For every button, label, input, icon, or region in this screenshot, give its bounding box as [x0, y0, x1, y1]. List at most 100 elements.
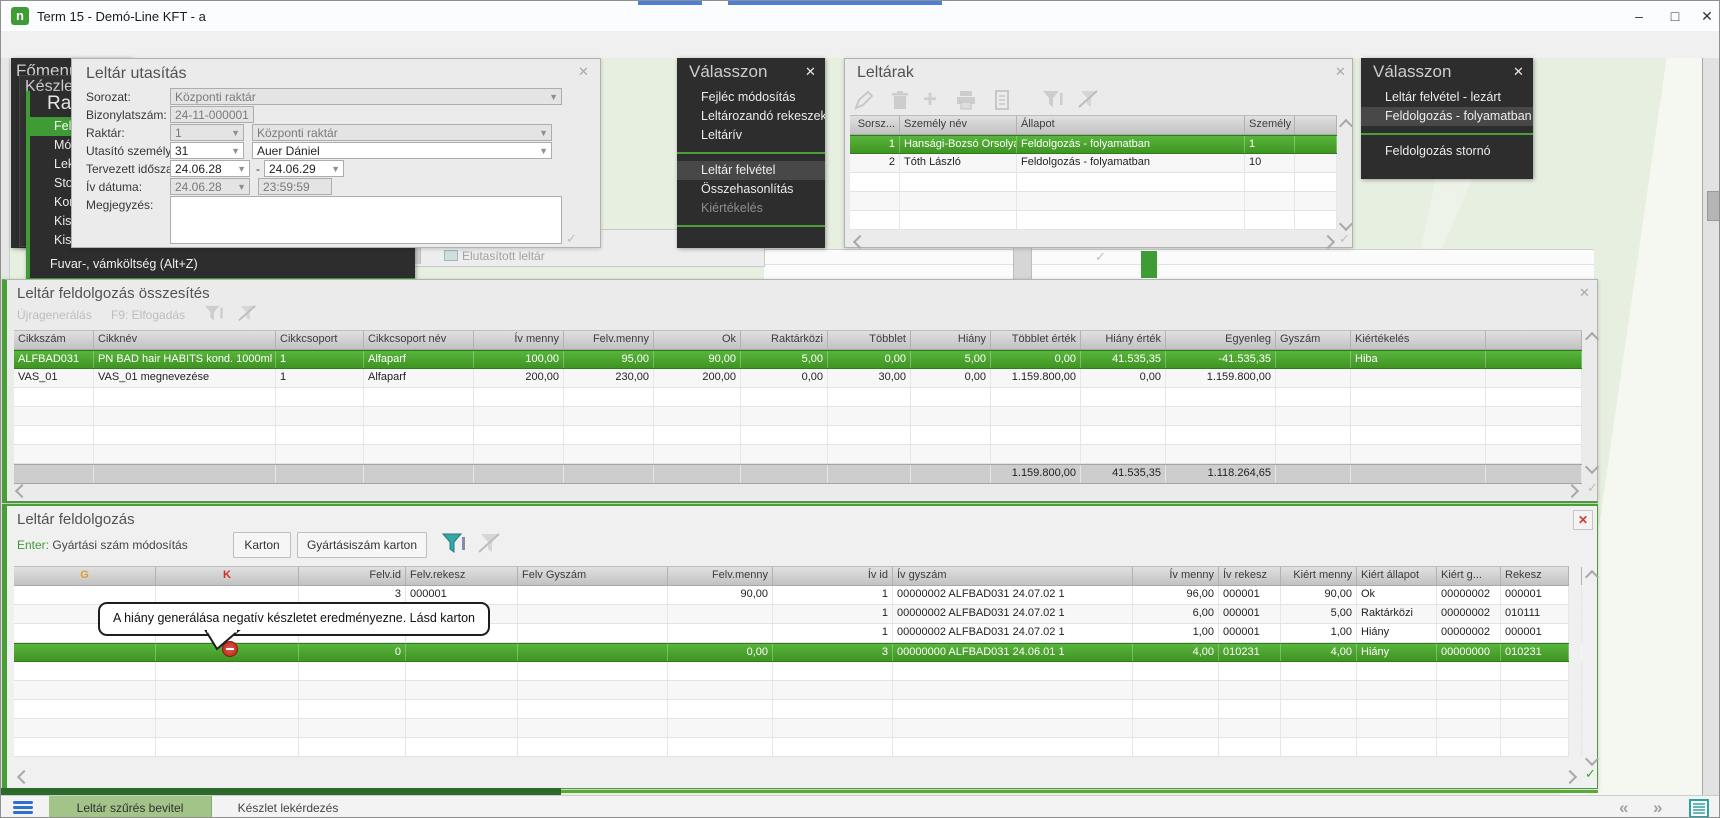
column-header[interactable]: Ív id [773, 567, 893, 585]
table-row[interactable]: 2Tóth LászlóFeldolgozás - folyamatban10 [850, 154, 1337, 173]
column-header[interactable]: Egyenleg [1166, 331, 1276, 349]
accept-button-disabled[interactable]: F9: Elfogadás [111, 308, 185, 322]
list-view-icon[interactable] [1689, 799, 1709, 818]
close-icon[interactable]: ✕ [1579, 285, 1590, 301]
table-row-empty[interactable] [14, 662, 1569, 681]
idoszak-from-picker[interactable]: 24.06.28▼ [170, 160, 250, 177]
scroll-down-icon[interactable] [1585, 752, 1599, 766]
table-row[interactable]: VAS_01VAS_01 megnevezése1Alfaparf200,002… [14, 369, 1582, 388]
scroll-up-icon[interactable] [1585, 332, 1599, 346]
column-header[interactable] [1569, 567, 1582, 585]
column-header[interactable]: Felv.menny [668, 567, 773, 585]
close-icon[interactable]: ✕ [805, 64, 816, 80]
column-header[interactable]: K [156, 567, 299, 585]
table-row[interactable]: 00,00300000000 ALFBAD031 24.06.01 14,000… [14, 643, 1569, 662]
chevron-down-icon[interactable]: ▼ [539, 125, 548, 141]
minimize-button[interactable]: – [1625, 5, 1653, 27]
scroll-down-icon[interactable] [1339, 217, 1353, 231]
chevron-down-icon[interactable]: ▼ [549, 89, 558, 105]
chevron-down-icon[interactable]: ▼ [237, 161, 246, 177]
raktar-code-select[interactable]: 1▼ [170, 124, 244, 141]
scroll-up-icon[interactable] [1339, 119, 1353, 133]
scroll-left-icon[interactable] [853, 235, 867, 249]
iv-ido-field[interactable]: 23:59:59 [258, 178, 332, 195]
page-next-icon[interactable]: » [1653, 798, 1662, 818]
table-row-empty[interactable] [14, 700, 1569, 719]
gyartasiszam-karton-button[interactable]: Gyártásiszám karton [297, 532, 427, 558]
column-header[interactable]: Raktárközi [741, 331, 828, 349]
delete-icon[interactable] [889, 89, 911, 111]
column-header[interactable]: Hiány érték [1081, 331, 1166, 349]
table-row-empty[interactable] [14, 426, 1582, 445]
filter-icon[interactable] [1041, 89, 1065, 111]
column-header[interactable]: Kiért g... [1437, 567, 1501, 585]
column-header[interactable]: Ív rekesz [1219, 567, 1281, 585]
column-header[interactable] [1295, 116, 1337, 134]
menu-item[interactable]: Feldolgozás stornó [1361, 142, 1533, 161]
utasito-name-select[interactable]: Auer Dániel▼ [252, 142, 552, 159]
dialog-close-icon[interactable]: ✕ [578, 64, 589, 80]
column-header[interactable]: Felv Gyszám [518, 567, 668, 585]
chevron-down-icon[interactable]: ▼ [237, 179, 246, 195]
filter-icon[interactable] [203, 304, 225, 324]
menu-item[interactable]: Leltározandó rekeszek [677, 107, 825, 126]
table-row-empty[interactable] [850, 211, 1337, 230]
chevron-down-icon[interactable]: ▼ [331, 161, 340, 177]
scroll-left-icon[interactable] [17, 770, 31, 784]
scroll-left-icon[interactable] [15, 484, 29, 498]
document-icon[interactable] [991, 89, 1013, 111]
table-row-empty[interactable] [850, 192, 1337, 211]
column-header[interactable]: Cikkszám [14, 331, 94, 349]
idoszak-to-picker[interactable]: 24.06.29▼ [264, 160, 344, 177]
menu-item[interactable]: Fejléc módosítás [677, 88, 825, 107]
karton-button[interactable]: Karton [233, 532, 291, 558]
scroll-right-icon[interactable] [1321, 235, 1335, 249]
column-header[interactable]: Felv.menny [564, 331, 654, 349]
column-header[interactable]: Kiért állapot [1357, 567, 1437, 585]
column-header[interactable]: Cikkcsoport [276, 331, 364, 349]
column-header[interactable]: Személy [1245, 116, 1295, 134]
column-header[interactable]: Gyszám [1276, 331, 1351, 349]
column-header[interactable]: G [14, 567, 156, 585]
menu-item[interactable]: Összehasonlítás [677, 180, 825, 199]
menu-item[interactable]: Feldolgozás - folyamatban [1361, 107, 1533, 126]
table-row-empty[interactable] [850, 173, 1337, 192]
maximize-button[interactable]: □ [1661, 5, 1689, 27]
menu-item-freight[interactable]: Fuvar-, vámköltség (Alt+Z) [50, 257, 198, 271]
iv-datum-picker[interactable]: 24.06.28▼ [170, 178, 250, 195]
utasito-code-select[interactable]: 31▼ [170, 142, 244, 159]
column-header[interactable]: Állapot [1017, 116, 1245, 134]
column-header[interactable]: Kiértékelés [1351, 331, 1486, 349]
column-header[interactable]: Személy név [900, 116, 1017, 134]
add-icon[interactable]: + [923, 89, 937, 111]
modify-serial-button[interactable]: Enter: Gyártási szám módosítás [17, 538, 188, 552]
confirm-check-icon[interactable]: ✓ [1585, 766, 1596, 782]
close-icon[interactable]: ✕ [1573, 510, 1593, 530]
chevron-down-icon[interactable]: ▼ [539, 143, 548, 159]
edit-icon[interactable] [853, 89, 875, 111]
scroll-right-icon[interactable] [1563, 770, 1577, 784]
table-row-empty[interactable] [14, 407, 1582, 426]
window-right-scrollbar[interactable] [1702, 58, 1720, 795]
confirm-check-icon[interactable]: ✓ [1339, 231, 1350, 247]
print-icon[interactable] [955, 89, 977, 111]
column-header[interactable]: Cikknév [94, 331, 276, 349]
column-header[interactable] [1486, 331, 1582, 349]
dialog-confirm-check-icon[interactable]: ✓ [566, 231, 577, 247]
table-row-empty[interactable] [14, 388, 1582, 407]
column-header[interactable]: Többlet [828, 331, 911, 349]
menu-item[interactable]: Leltárív [677, 126, 825, 145]
table-row[interactable]: 1Hansági-Bozsó OrsolyaFeldolgozás - foly… [850, 135, 1337, 154]
raktar-name-select[interactable]: Központi raktár▼ [252, 124, 552, 141]
filter-active-icon[interactable] [441, 532, 467, 556]
regenerate-button-disabled[interactable]: Újragenerálás [17, 308, 92, 322]
menu-item[interactable]: Leltár felvétel [677, 161, 825, 180]
column-header[interactable]: Cikkcsoport név [364, 331, 474, 349]
chevron-down-icon[interactable]: ▼ [231, 143, 240, 159]
table-row[interactable]: ALFBAD031PN BAD hair HABITS kond. 1000ml… [14, 350, 1582, 369]
close-button[interactable]: ✕ [1693, 5, 1720, 27]
clear-filter-icon[interactable] [477, 532, 503, 556]
column-header[interactable]: Többlet érték [991, 331, 1081, 349]
column-header[interactable]: Kiért menny [1281, 567, 1357, 585]
table-row-empty[interactable] [14, 719, 1569, 738]
